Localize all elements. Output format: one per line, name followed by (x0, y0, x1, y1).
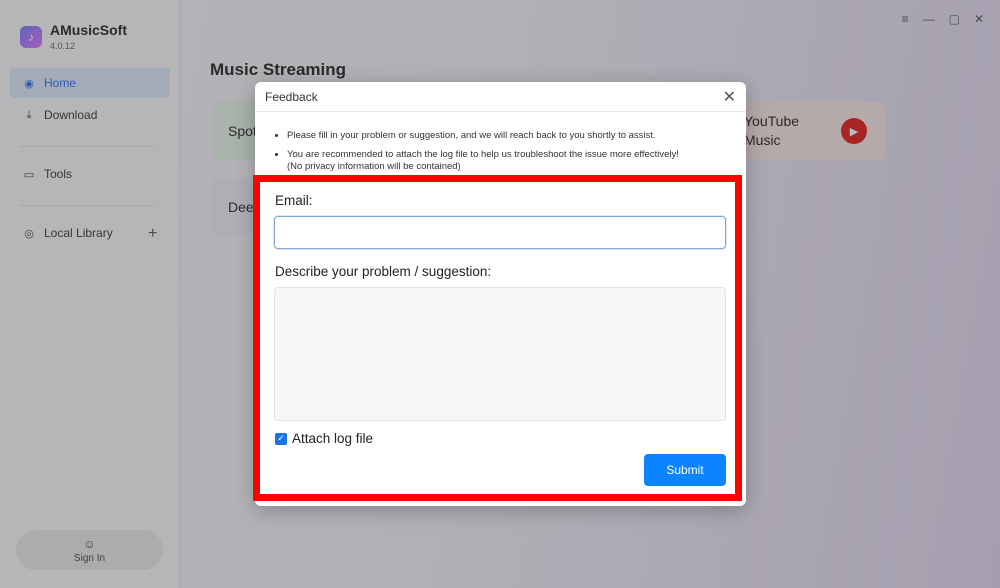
feedback-form: Email: Describe your problem / suggestio… (253, 175, 746, 506)
feedback-dialog: Feedback ✕ Please fill in your problem o… (253, 82, 746, 506)
attach-log-label: Attach log file (292, 431, 374, 446)
attach-log-checkbox[interactable]: ✓ (275, 432, 287, 445)
email-field[interactable] (274, 216, 726, 249)
dialog-header: Feedback ✕ (255, 82, 746, 112)
feedback-notes: Please fill in your problem or suggestio… (255, 112, 746, 173)
email-label: Email: (275, 193, 313, 208)
note-item: You are recommended to attach the log fi… (287, 149, 732, 173)
dialog-title: Feedback (265, 89, 318, 104)
note-text: You are recommended to attach the log fi… (287, 149, 679, 160)
description-label: Describe your problem / suggestion: (275, 264, 492, 279)
description-textarea[interactable] (274, 287, 726, 421)
note-subtext: (No privacy information will be containe… (287, 161, 461, 172)
attach-log-row[interactable]: ✓ Attach log file (275, 431, 373, 446)
note-item: Please fill in your problem or suggestio… (287, 130, 732, 142)
close-icon[interactable]: ✕ (723, 87, 736, 107)
submit-button[interactable]: Submit (644, 454, 726, 486)
